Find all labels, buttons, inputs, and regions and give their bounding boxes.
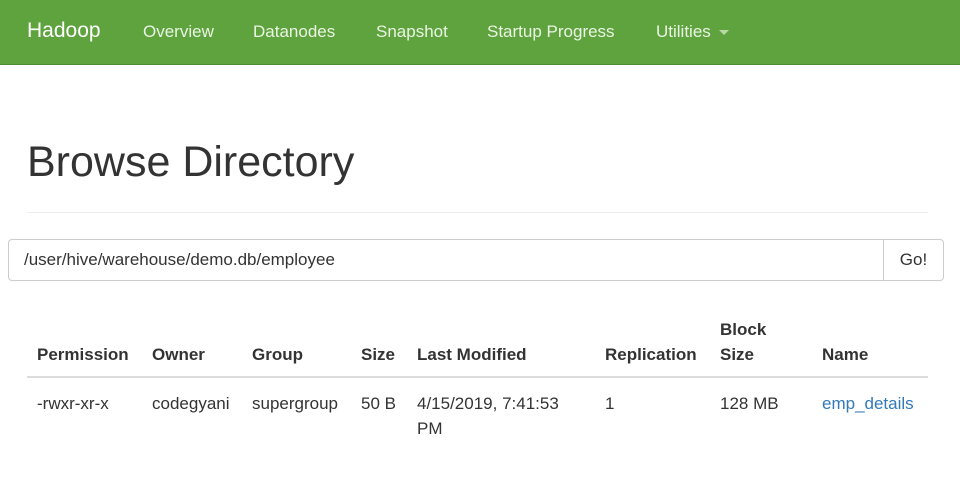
column-header-size[interactable]: Size (361, 345, 395, 365)
column-header-replication[interactable]: Replication (605, 345, 697, 365)
cell-last-modified-line2: PM (417, 419, 443, 438)
column-header-block-size-line2: Size (720, 345, 755, 364)
cell-replication: 1 (605, 394, 615, 413)
nav-startup-progress[interactable]: Startup Progress (487, 22, 615, 42)
cell-permission: -rwxr-xr-x (37, 394, 109, 413)
column-header-last-modified[interactable]: Last Modified (417, 345, 527, 365)
file-name-link[interactable]: emp_details (822, 391, 914, 416)
page-title: Browse Directory (27, 138, 355, 186)
cell-last-modified: 4/15/2019, 7:41:53 PM (417, 391, 559, 441)
title-divider (27, 212, 928, 213)
column-header-group[interactable]: Group (252, 345, 303, 365)
cell-owner: codegyani (152, 394, 230, 413)
caret-down-icon (718, 30, 729, 36)
nav-utilities-label: Utilities (656, 22, 711, 41)
top-navbar: Hadoop Overview Datanodes Snapshot Start… (0, 0, 960, 65)
column-header-name[interactable]: Name (822, 345, 868, 365)
header-separator (27, 376, 928, 378)
nav-datanodes[interactable]: Datanodes (253, 22, 335, 42)
brand-link[interactable]: Hadoop (27, 19, 101, 43)
column-header-owner[interactable]: Owner (152, 345, 205, 365)
go-button[interactable]: Go! (883, 239, 944, 281)
path-form: Go! (8, 239, 944, 281)
column-header-permission[interactable]: Permission (37, 345, 129, 365)
cell-block-size: 128 MB (720, 394, 779, 413)
cell-size: 50 B (361, 394, 396, 413)
nav-utilities-dropdown[interactable]: Utilities (656, 22, 729, 42)
column-header-block-size-line1: Block (720, 320, 767, 339)
cell-group: supergroup (252, 394, 339, 413)
directory-path-input[interactable] (8, 239, 884, 281)
nav-snapshot[interactable]: Snapshot (376, 22, 448, 42)
nav-overview[interactable]: Overview (143, 22, 214, 42)
cell-last-modified-line1: 4/15/2019, 7:41:53 (417, 394, 559, 413)
